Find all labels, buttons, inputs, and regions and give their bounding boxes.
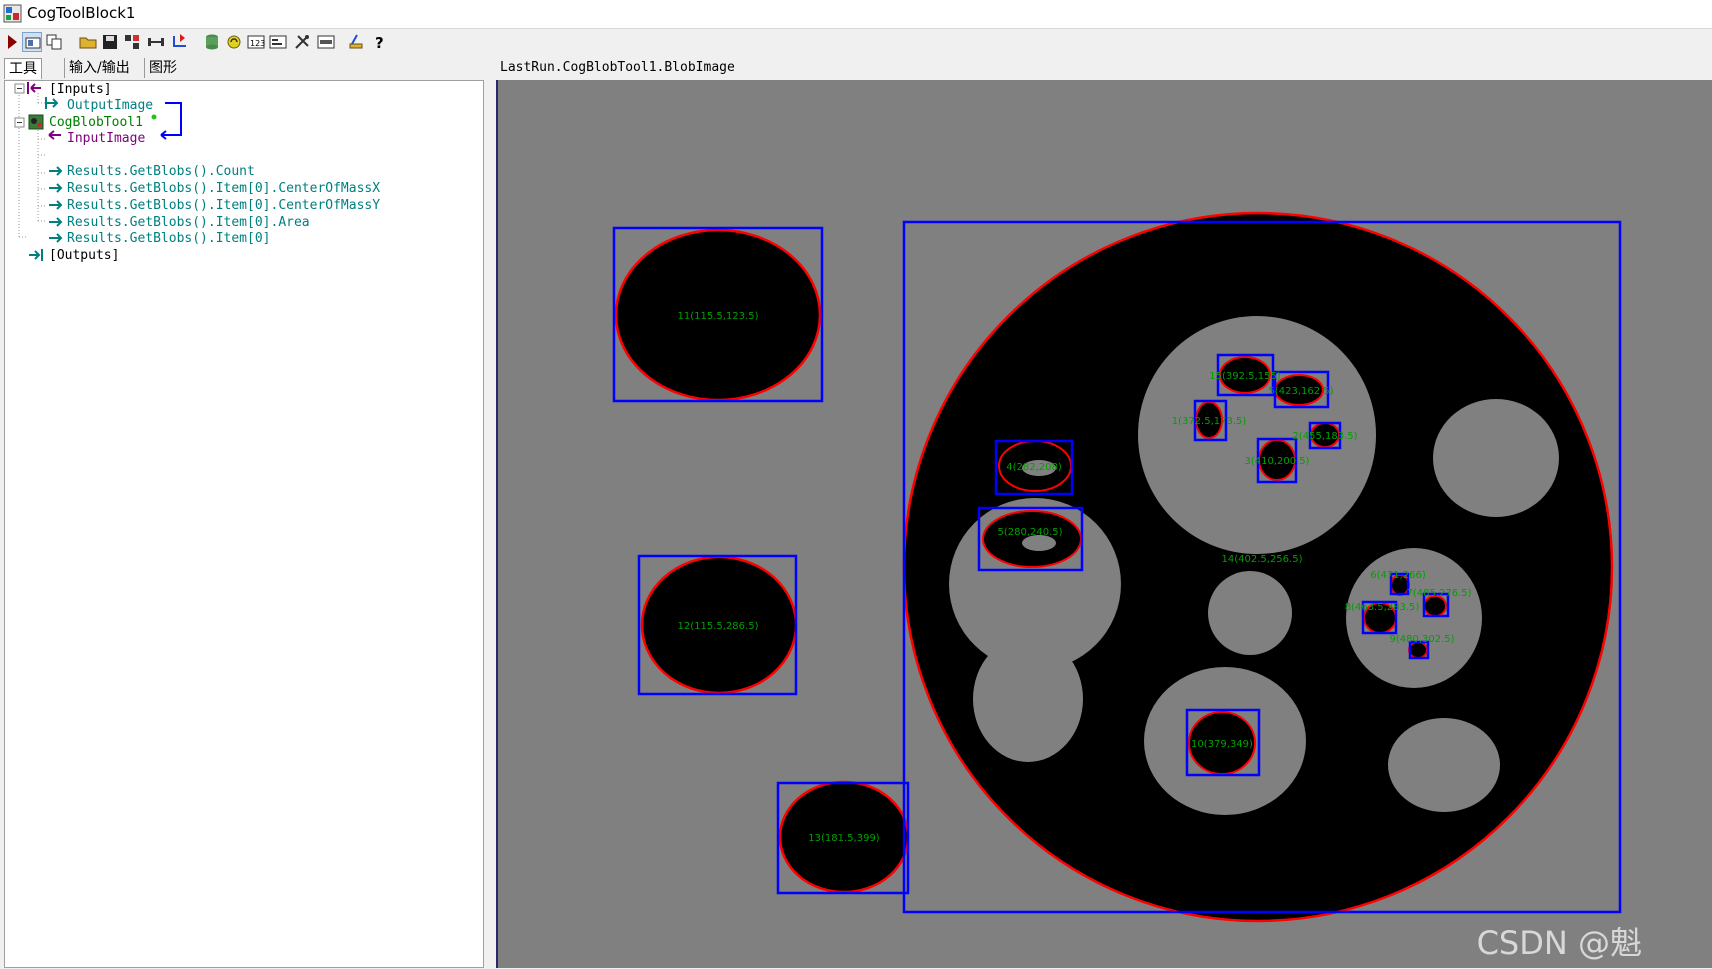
blob-label-8: 8(463.5,283.5) — [1345, 602, 1420, 613]
numeric-icon[interactable]: 123 — [246, 32, 266, 52]
blob-label-7: 7(485,276.5) — [1406, 588, 1471, 599]
left-tabs: 工具 输入/输出 图形 — [0, 57, 496, 79]
blob-label-12: 12(115.5,286.5) — [678, 621, 759, 632]
tab-tools[interactable]: 工具 — [4, 58, 42, 79]
properties-icon[interactable] — [346, 32, 366, 52]
terminal-icon[interactable] — [268, 32, 288, 52]
help-icon[interactable]: ? — [370, 32, 390, 52]
svg-text:?: ? — [375, 34, 384, 52]
tree-output-image[interactable]: OutputImage — [67, 98, 153, 114]
run-icon[interactable] — [2, 32, 22, 52]
blob-tool-icon — [28, 114, 44, 130]
link-icon[interactable] — [146, 32, 166, 52]
watermark: CSDN @魁 — [1476, 924, 1642, 962]
title-bar: CogToolBlock1 — [0, 0, 1712, 29]
blob-label-14: 14(402.5,256.5) — [1222, 554, 1303, 565]
tool-block-icon — [3, 4, 22, 23]
tool-tree-panel: [Inputs] OutputImage CogBlobTool1 InputI… — [4, 80, 484, 968]
blob-contour-7 — [1423, 595, 1447, 617]
blob-label-5: 5(280,240.5) — [997, 527, 1062, 538]
status-ok-icon — [151, 114, 157, 120]
image-title: LastRun.CogBlobTool1.BlobImage — [500, 60, 735, 75]
tree-inputs[interactable]: [Inputs] — [49, 82, 112, 98]
svg-text:123: 123 — [250, 39, 265, 48]
copy-icon[interactable] — [44, 32, 64, 52]
blob-label-6: 6(471,266) — [1370, 570, 1426, 581]
settings-tools-icon[interactable] — [292, 32, 312, 52]
blob-label-1: 1(372.5,173.5) — [1172, 416, 1247, 427]
blob-label-10: 10(379,349) — [1191, 739, 1253, 750]
output-terminal-icon — [45, 97, 59, 109]
outputs-terminal-icon — [29, 249, 43, 261]
tree-result-count[interactable]: Results.GetBlobs().Count — [67, 164, 255, 180]
blob-label-13: 13(181.5,399) — [808, 833, 880, 844]
database-icon[interactable] — [202, 32, 222, 52]
collapse-inputs-icon[interactable] — [14, 83, 25, 94]
import-icon[interactable] — [170, 32, 190, 52]
blob-label-2: 2(455,183.5) — [1292, 431, 1357, 442]
link-connector — [161, 102, 182, 136]
open-folder-icon[interactable] — [78, 32, 98, 52]
tree-result-item[interactable]: Results.GetBlobs().Item[0] — [67, 231, 271, 247]
blob-label-4: 4(282,208) — [1006, 462, 1062, 473]
debug-icon[interactable] — [316, 32, 336, 52]
image-header: LastRun.CogBlobTool1.BlobImage — [496, 57, 1712, 79]
blob-label-3: 3(410,200.5) — [1244, 456, 1309, 467]
show-image-icon[interactable] — [22, 32, 42, 52]
image-display[interactable]: 11(115.5,123.5) 12(115.5,286.5) 13(181.5… — [496, 80, 1712, 968]
input-terminal-icon — [48, 130, 61, 140]
tool-group-icon[interactable] — [122, 32, 142, 52]
tree-result-center-x[interactable]: Results.GetBlobs().Item[0].CenterOfMassX — [67, 181, 380, 197]
blob-label-9: 9(480,302.5) — [1389, 634, 1454, 645]
blob-label-11: 11(115.5,123.5) — [678, 311, 759, 322]
save-icon[interactable] — [100, 32, 120, 52]
window-title: CogToolBlock1 — [27, 4, 136, 22]
tree-blob-tool[interactable]: CogBlobTool1 — [49, 115, 143, 131]
hole-region — [973, 636, 1083, 762]
tree-outputs[interactable]: [Outputs] — [49, 248, 119, 264]
hole-region — [1208, 571, 1292, 655]
hole-region — [1388, 718, 1500, 812]
hole-region — [1433, 399, 1559, 517]
tab-io[interactable]: 输入/输出 — [64, 58, 134, 78]
tab-graphics[interactable]: 图形 — [144, 58, 181, 78]
blob-image[interactable]: 11(115.5,123.5) 12(115.5,286.5) 13(181.5… — [498, 80, 1712, 968]
refresh-icon[interactable] — [224, 32, 244, 52]
blob-label-5a: 5(423,162.5) — [1268, 386, 1333, 397]
collapse-blobtool-icon[interactable] — [14, 117, 25, 128]
tree-result-area[interactable]: Results.GetBlobs().Item[0].Area — [67, 215, 310, 231]
tree-result-center-y[interactable]: Results.GetBlobs().Item[0].CenterOfMassY — [67, 198, 380, 214]
blob-label-15: 15(392.5,155) — [1209, 371, 1281, 382]
inputs-terminal-icon — [27, 82, 41, 94]
tree-input-image[interactable]: InputImage — [67, 131, 145, 147]
toolbar: 123 ? — [0, 29, 1712, 55]
